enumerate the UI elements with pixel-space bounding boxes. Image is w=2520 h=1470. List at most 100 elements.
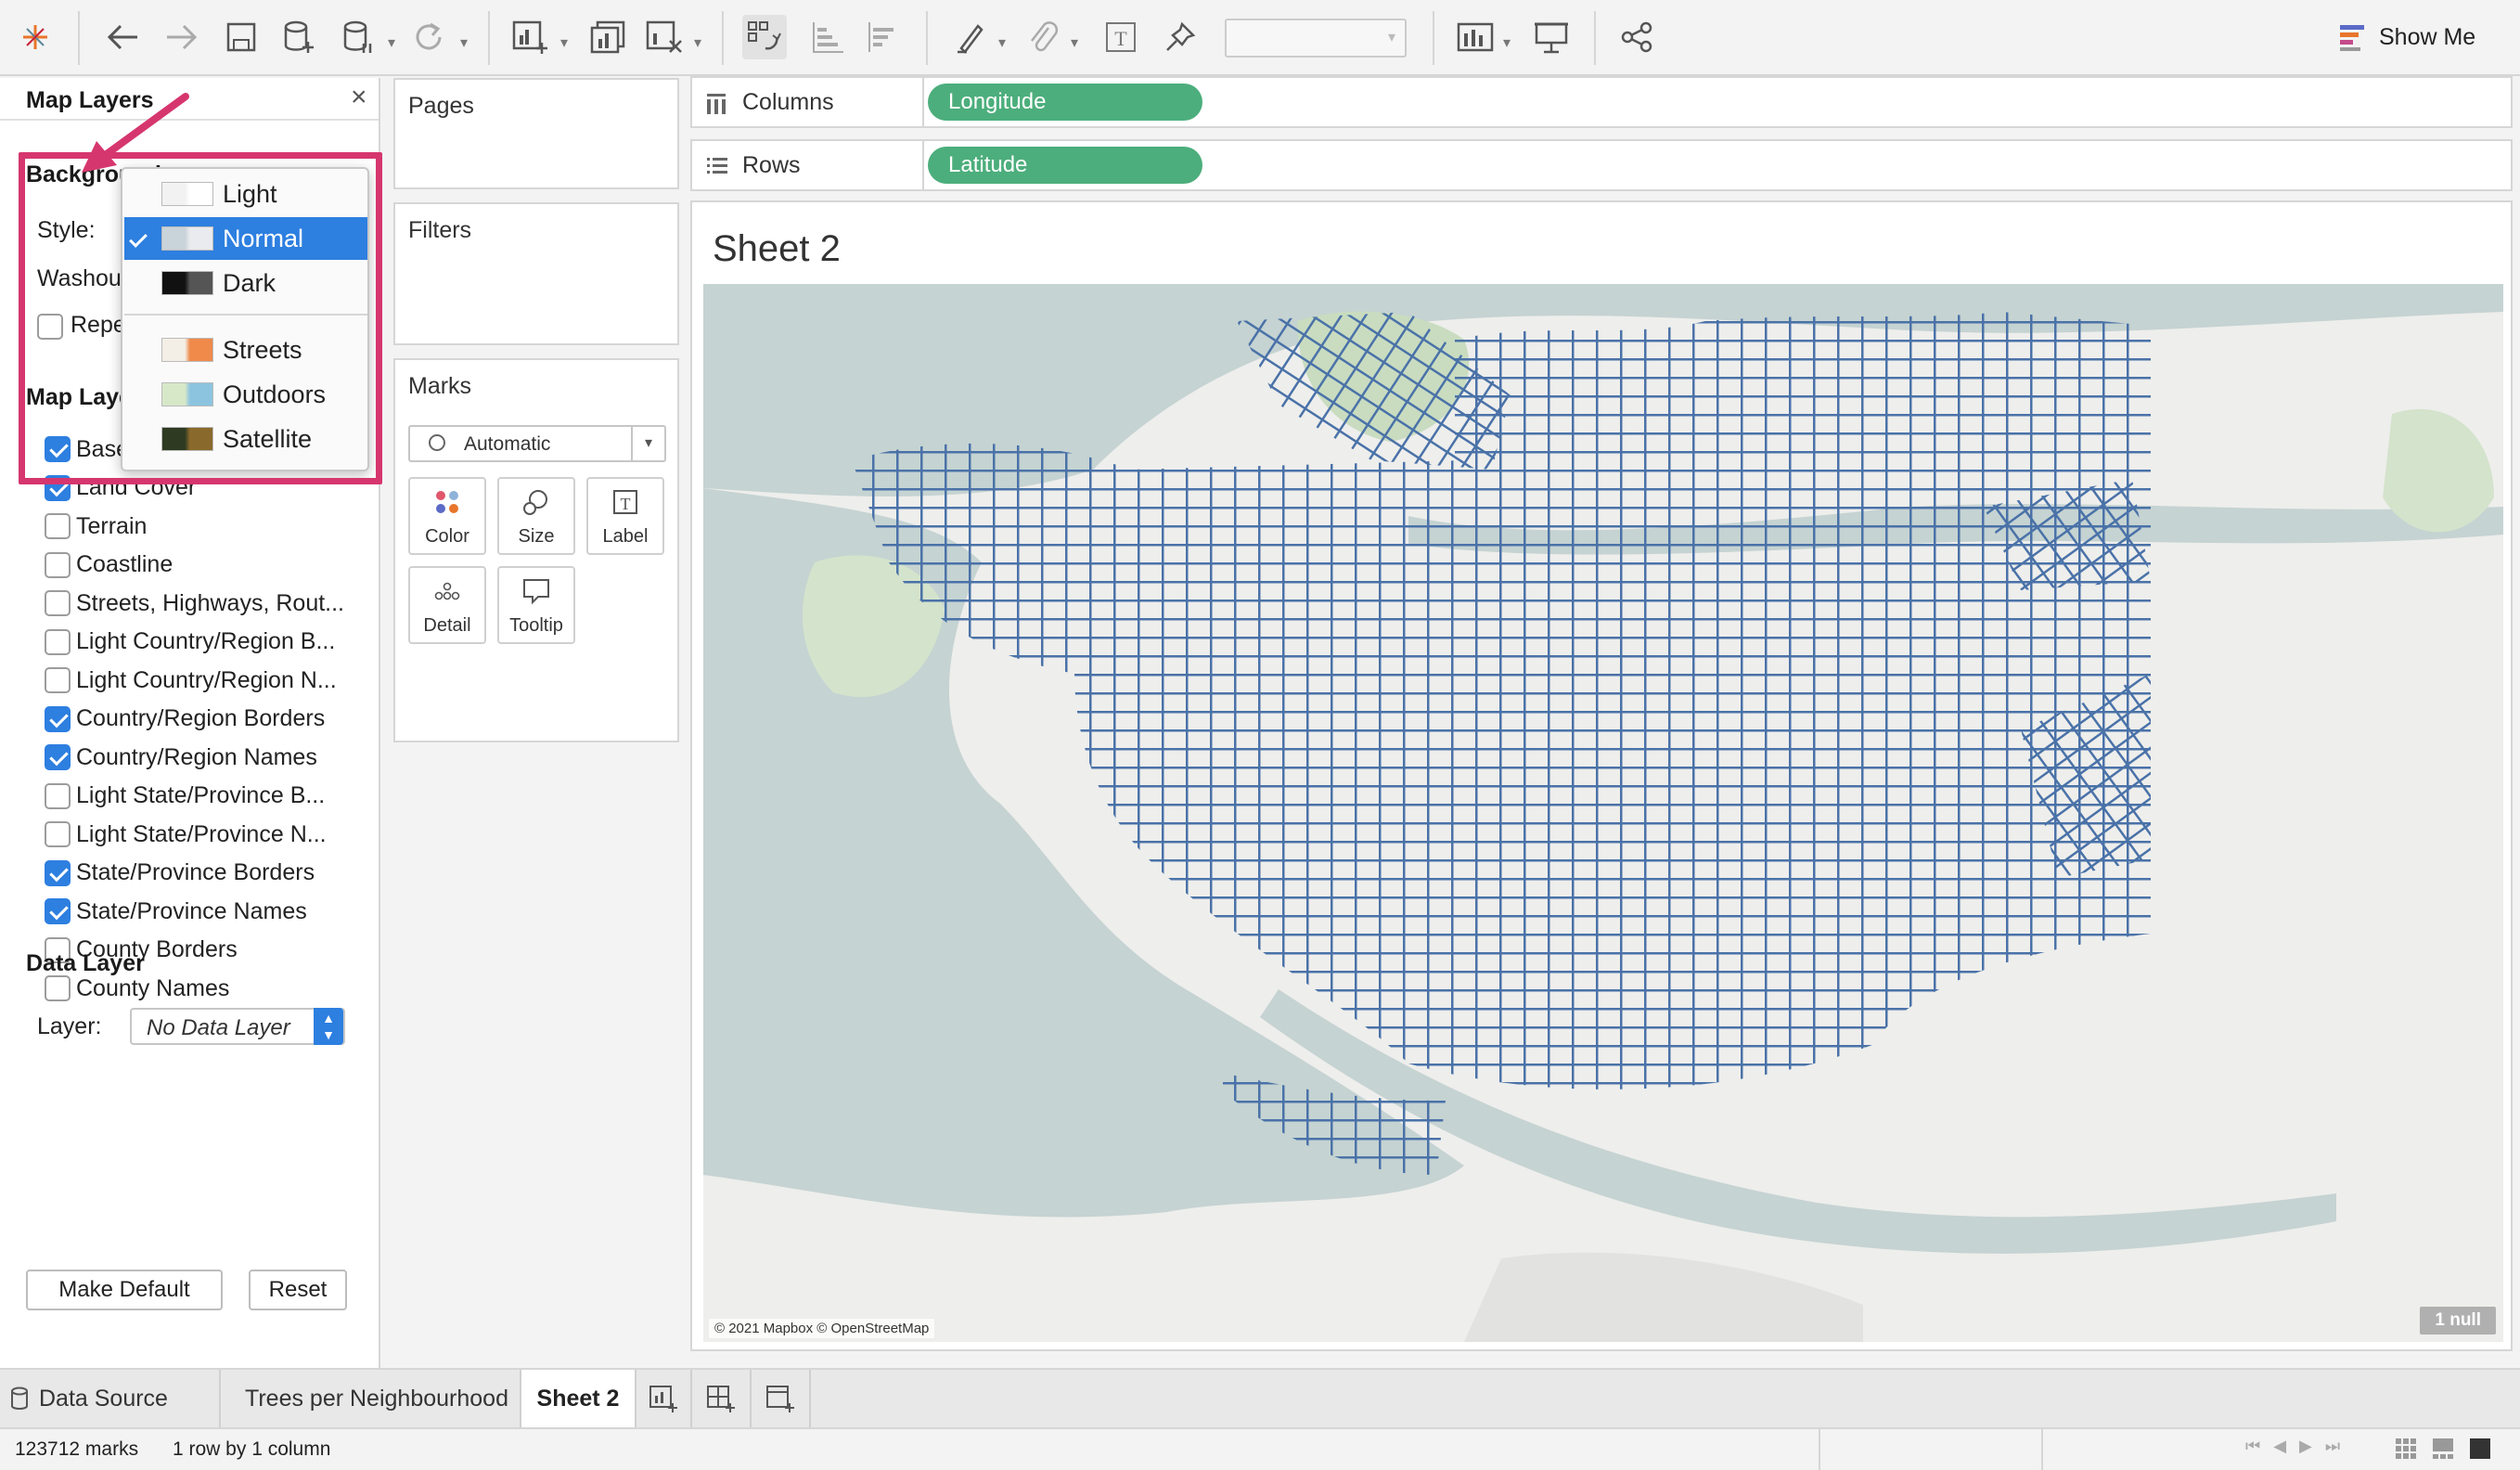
map-attribution[interactable]: © 2021 Mapbox © OpenStreetMap <box>709 1319 935 1338</box>
layer-row[interactable]: Country/Region Names <box>37 742 317 772</box>
checkmark-icon <box>129 229 148 248</box>
layer-label: County Names <box>76 974 230 1001</box>
style-option-satellite[interactable]: Satellite <box>124 418 367 460</box>
size-button[interactable]: Size <box>497 477 575 555</box>
repeat-checkbox[interactable] <box>37 314 63 340</box>
style-swatch-icon <box>161 427 213 451</box>
tooltip-button[interactable]: Tooltip <box>497 566 575 644</box>
layer-row[interactable]: State/Province Borders <box>37 858 315 888</box>
layer-checkbox[interactable] <box>45 744 71 770</box>
make-default-button[interactable]: Make Default <box>26 1270 223 1310</box>
layer-checkbox[interactable] <box>45 551 71 578</box>
close-icon[interactable]: × <box>351 82 367 113</box>
style-option-outdoors[interactable]: Outdoors <box>124 373 367 416</box>
swap-icon[interactable] <box>742 15 787 59</box>
style-option-dark[interactable]: Dark <box>124 262 367 304</box>
layer-checkbox[interactable] <box>45 898 71 924</box>
pause-updates-icon[interactable] <box>336 15 380 59</box>
show-cards-icon[interactable] <box>1453 15 1498 59</box>
layer-row[interactable]: Terrain <box>37 511 147 541</box>
longitude-pill[interactable]: Longitude <box>928 84 1202 121</box>
reset-button[interactable]: Reset <box>249 1270 347 1310</box>
sheet-navigation[interactable]: ⏮ ◀ ▶ ⏭ <box>2245 1437 2340 1456</box>
new-dashboard-tab-button[interactable] <box>692 1370 752 1427</box>
presentation-icon[interactable] <box>1529 15 1574 59</box>
tab-data-source[interactable]: Data Source <box>0 1370 221 1427</box>
latitude-pill[interactable]: Latitude <box>928 147 1202 184</box>
data-layer-heading: Data Layer <box>26 950 145 976</box>
tabs-view-icon[interactable] <box>2468 1437 2492 1461</box>
sort-ascending-icon[interactable] <box>805 15 850 59</box>
new-worksheet-tab-button[interactable] <box>636 1370 692 1427</box>
layer-checkbox[interactable] <box>45 436 71 462</box>
sheet-title[interactable]: Sheet 2 <box>713 228 841 270</box>
color-button[interactable]: Color <box>408 477 486 555</box>
undo-icon[interactable] <box>100 15 145 59</box>
show-me-button[interactable]: Show Me <box>2338 22 2475 52</box>
washout-label: Washout <box>37 265 128 291</box>
columns-shelf[interactable]: Columns Longitude <box>690 76 2513 128</box>
layer-row[interactable]: Light State/Province N... <box>37 819 327 849</box>
layer-row[interactable]: Light Country/Region N... <box>37 665 337 695</box>
tableau-logo-icon[interactable] <box>13 15 58 59</box>
duplicate-sheet-icon[interactable] <box>586 15 631 59</box>
layer-checkbox[interactable] <box>45 821 71 847</box>
detail-button[interactable]: Detail <box>408 566 486 644</box>
next-sheet-icon[interactable]: ▶ <box>2299 1437 2312 1456</box>
style-option-normal[interactable]: Normal <box>124 217 367 260</box>
layer-row[interactable]: State/Province Names <box>37 896 307 926</box>
layer-checkbox[interactable] <box>45 474 71 501</box>
layer-checkbox[interactable] <box>45 590 71 616</box>
new-datasource-icon[interactable] <box>276 15 321 59</box>
grid-view-icon[interactable] <box>2394 1437 2418 1461</box>
map-canvas[interactable]: © 2021 Mapbox © OpenStreetMap 1 null <box>703 284 2503 1342</box>
filmstrip-view-icon[interactable] <box>2431 1437 2455 1461</box>
first-sheet-icon[interactable]: ⏮ <box>2245 1437 2260 1456</box>
layer-checkbox[interactable] <box>45 667 71 693</box>
layer-row[interactable]: Country/Region Borders <box>37 704 325 734</box>
layer-row[interactable]: Land Cover <box>37 473 196 503</box>
layer-checkbox[interactable] <box>45 859 71 886</box>
layer-checkbox[interactable] <box>45 628 71 655</box>
data-layer-select[interactable]: No Data Layer ▲ ▼ <box>130 1008 345 1045</box>
layer-label: State/Province Names <box>76 897 307 924</box>
layer-checkbox[interactable] <box>45 705 71 732</box>
layer-row[interactable]: Streets, Highways, Rout... <box>37 588 344 618</box>
last-sheet-icon[interactable]: ⏭ <box>2325 1437 2340 1456</box>
rows-shelf[interactable]: Rows Latitude <box>690 139 2513 191</box>
tab-sheet-2[interactable]: Sheet 2 <box>521 1370 636 1427</box>
layer-row[interactable]: Light State/Province B... <box>37 781 325 811</box>
sort-descending-icon[interactable] <box>861 15 906 59</box>
new-story-tab-button[interactable] <box>752 1370 811 1427</box>
show-labels-icon[interactable]: T <box>1099 15 1143 59</box>
clear-sheet-icon[interactable] <box>642 15 687 59</box>
null-indicator-badge[interactable]: 1 null <box>2420 1307 2496 1335</box>
layer-checkbox[interactable] <box>45 782 71 809</box>
layer-checkbox[interactable] <box>45 975 71 1001</box>
style-swatch-icon <box>161 271 213 295</box>
tab-trees-per-neighbourhood[interactable]: Trees per Neighbourhood <box>234 1370 521 1427</box>
layer-row[interactable]: Coastline <box>37 550 173 580</box>
pages-shelf[interactable]: Pages <box>393 78 679 189</box>
fix-axes-icon[interactable] <box>1158 15 1202 59</box>
layer-row[interactable]: Base <box>37 434 129 464</box>
filters-shelf[interactable]: Filters <box>393 202 679 345</box>
fit-dropdown[interactable]: ▾ <box>1225 19 1407 58</box>
share-icon[interactable] <box>1614 15 1659 59</box>
label-button[interactable]: T Label <box>586 477 664 555</box>
new-worksheet-icon[interactable] <box>508 15 553 59</box>
circle-icon <box>429 434 445 451</box>
group-icon[interactable] <box>1021 15 1065 59</box>
layer-checkbox[interactable] <box>45 513 71 539</box>
style-option-streets[interactable]: Streets <box>124 329 367 371</box>
refresh-icon[interactable] <box>406 15 451 59</box>
detail-icon <box>434 582 460 600</box>
redo-icon[interactable] <box>160 15 204 59</box>
highlight-icon[interactable] <box>948 15 993 59</box>
layer-row[interactable]: County Names <box>37 974 229 1003</box>
previous-sheet-icon[interactable]: ◀ <box>2273 1437 2286 1456</box>
mark-type-select[interactable]: Automatic ▾ <box>408 425 666 462</box>
save-icon[interactable] <box>219 15 264 59</box>
layer-row[interactable]: Light Country/Region B... <box>37 627 335 657</box>
view-mode-toggle[interactable] <box>2394 1437 2492 1461</box>
